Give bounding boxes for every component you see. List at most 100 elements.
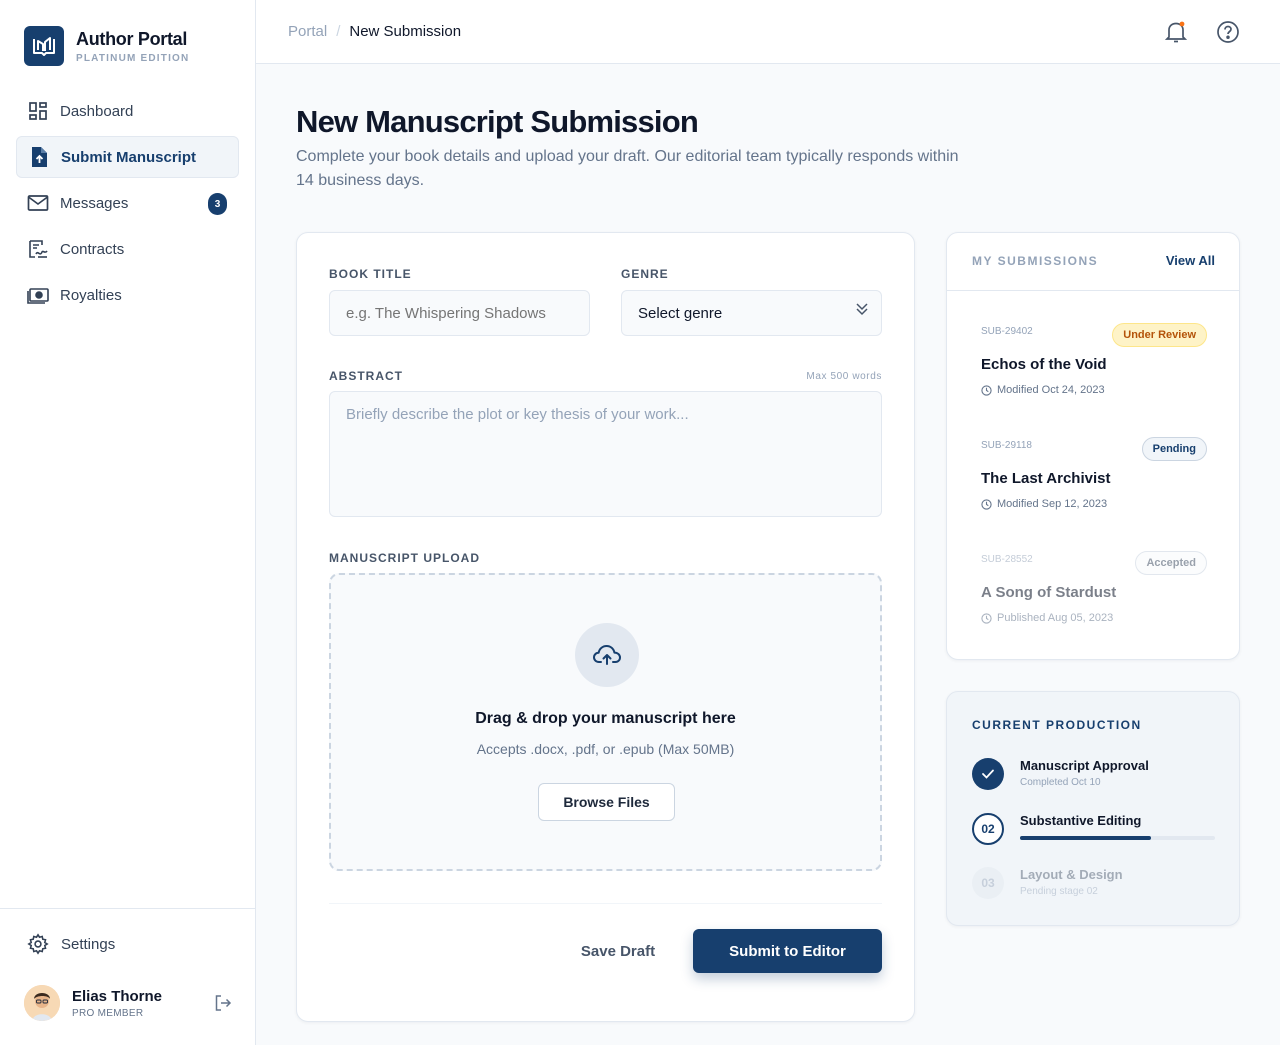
money-icon (27, 284, 49, 306)
submission-modified: Published Aug 05, 2023 (997, 612, 1114, 624)
brand-title: Author Portal (76, 29, 188, 49)
step-status: Pending stage 02 (1020, 886, 1098, 897)
help-icon[interactable] (1215, 19, 1241, 45)
clock-icon (981, 612, 992, 624)
view-all-link[interactable]: View All (1166, 253, 1215, 268)
submissions-title: MY SUBMISSIONS (972, 254, 1099, 268)
sidebar-item-label: Messages (60, 194, 129, 212)
open-book-icon (24, 26, 64, 66)
book-title-label: BOOK TITLE (329, 267, 412, 281)
breadcrumb-current: New Submission (349, 23, 462, 40)
submissions-header: MY SUBMISSIONS View All (947, 233, 1239, 291)
messages-count-badge: 3 (208, 193, 227, 215)
page-title: New Manuscript Submission (296, 104, 699, 139)
production-title: CURRENT PRODUCTION (972, 718, 1142, 732)
production-step: Manuscript Approval Completed Oct 10 (972, 758, 1217, 798)
my-submissions-panel: MY SUBMISSIONS View All SUB-29402 Under … (946, 232, 1240, 660)
user-profile[interactable]: Elias Thorne PRO MEMBER (24, 985, 236, 1021)
sidebar: Author Portal PLATINUM EDITION Dashboard… (0, 0, 256, 1045)
submission-item[interactable]: SUB-29118 Pending The Last Archivist Mod… (981, 437, 1207, 533)
sidebar-item-label: Contracts (60, 240, 125, 258)
settings-link[interactable]: Settings (27, 933, 115, 955)
submission-title: The Last Archivist (981, 470, 1111, 487)
step-status: Completed Oct 10 (1020, 777, 1101, 788)
page-description: Complete your book details and upload yo… (296, 148, 959, 189)
browse-files-button[interactable]: Browse Files (538, 783, 675, 821)
grid-icon (27, 100, 49, 122)
submission-item[interactable]: SUB-28552 Accepted A Song of Stardust Pu… (981, 551, 1207, 647)
check-icon (972, 758, 1004, 790)
submission-meta: Modified Oct 24, 2023 (981, 384, 1105, 396)
dropzone-subtitle: Accepts .docx, .pdf, or .epub (Max 50MB) (476, 741, 735, 757)
production-step: 02 Substantive Editing (972, 813, 1217, 853)
settings-label: Settings (61, 935, 116, 953)
manuscript-dropzone[interactable]: Drag & drop your manuscript here Accepts… (329, 573, 882, 871)
step-progress-bar (1020, 836, 1215, 840)
abstract-word-limit: Max 500 words (806, 371, 882, 382)
submission-modified: Modified Oct 24, 2023 (997, 384, 1105, 396)
submission-id: SUB-29118 (981, 440, 1032, 451)
mail-icon (27, 192, 49, 214)
step-name: Substantive Editing (1020, 813, 1142, 828)
avatar (24, 985, 60, 1021)
sidebar-item-label: Royalties (60, 286, 122, 304)
notification-bell-icon[interactable] (1163, 19, 1189, 45)
submission-title: Echos of the Void (981, 356, 1107, 373)
dropzone-title: Drag & drop your manuscript here (475, 710, 736, 727)
step-number: 02 (972, 813, 1004, 845)
sidebar-nav: Dashboard Submit Manuscript Messages 3 C… (16, 90, 239, 320)
step-number: 03 (972, 867, 1004, 899)
signature-icon (27, 238, 49, 260)
status-badge: Pending (1141, 437, 1207, 461)
step-progress-fill (1020, 836, 1151, 840)
submission-meta: Published Aug 05, 2023 (981, 612, 1113, 624)
breadcrumb-portal[interactable]: Portal (288, 23, 327, 40)
clock-icon (981, 498, 992, 510)
current-production-panel: CURRENT PRODUCTION Manuscript Approval C… (946, 691, 1240, 926)
form-divider (329, 903, 882, 904)
file-upload-icon (28, 146, 50, 168)
brand-subtitle: PLATINUM EDITION (76, 53, 190, 64)
brand[interactable]: Author Portal PLATINUM EDITION (24, 26, 189, 66)
abstract-textarea[interactable]: Briefly describe the plot or key thesis … (329, 391, 882, 517)
sidebar-item-dashboard[interactable]: Dashboard (16, 90, 239, 132)
upload-label: MANUSCRIPT UPLOAD (329, 551, 480, 565)
book-title-input[interactable] (329, 290, 590, 336)
submission-form: BOOK TITLE GENRE Select genre ABSTRACT M… (296, 232, 915, 1022)
submission-id: SUB-29402 (981, 326, 1033, 337)
gear-icon (27, 933, 49, 955)
sidebar-footer: Settings Elias Thorne PRO MEMBER (0, 908, 255, 1021)
submission-id: SUB-28552 (981, 554, 1033, 565)
production-step: 03 Layout & Design Pending stage 02 (972, 867, 1217, 907)
sidebar-item-royalties[interactable]: Royalties (16, 274, 239, 316)
save-draft-button[interactable]: Save Draft (567, 929, 669, 973)
genre-select-value: Select genre (638, 304, 723, 322)
cloud-upload-icon (575, 623, 639, 687)
submission-item[interactable]: SUB-29402 Under Review Echos of the Void… (981, 323, 1207, 419)
user-role: PRO MEMBER (72, 1007, 144, 1019)
sidebar-item-contracts[interactable]: Contracts (16, 228, 239, 270)
step-name: Layout & Design (1020, 867, 1123, 882)
genre-label: GENRE (621, 267, 669, 281)
breadcrumb: Portal / New Submission (288, 23, 461, 40)
user-name: Elias Thorne (72, 987, 163, 1005)
submit-to-editor-button[interactable]: Submit to Editor (693, 929, 882, 973)
abstract-placeholder: Briefly describe the plot or key thesis … (346, 406, 689, 423)
status-badge: Under Review (1112, 323, 1207, 347)
sidebar-item-label: Dashboard (60, 102, 134, 120)
sidebar-item-label: Submit Manuscript (61, 148, 197, 166)
chevron-down-icon (855, 301, 869, 317)
submission-modified: Modified Sep 12, 2023 (997, 498, 1108, 510)
genre-select[interactable]: Select genre (621, 290, 882, 336)
submission-title: A Song of Stardust (981, 584, 1117, 601)
logout-icon[interactable] (214, 994, 232, 1012)
clock-icon (981, 384, 992, 396)
sidebar-item-messages[interactable]: Messages 3 (16, 182, 239, 224)
abstract-label: ABSTRACT (329, 369, 403, 383)
step-name: Manuscript Approval (1020, 758, 1149, 773)
status-badge: Accepted (1135, 551, 1207, 575)
topbar: Portal / New Submission (256, 0, 1280, 64)
submission-meta: Modified Sep 12, 2023 (981, 498, 1107, 510)
breadcrumb-separator: / (336, 23, 341, 40)
sidebar-item-submit-manuscript[interactable]: Submit Manuscript (16, 136, 239, 178)
